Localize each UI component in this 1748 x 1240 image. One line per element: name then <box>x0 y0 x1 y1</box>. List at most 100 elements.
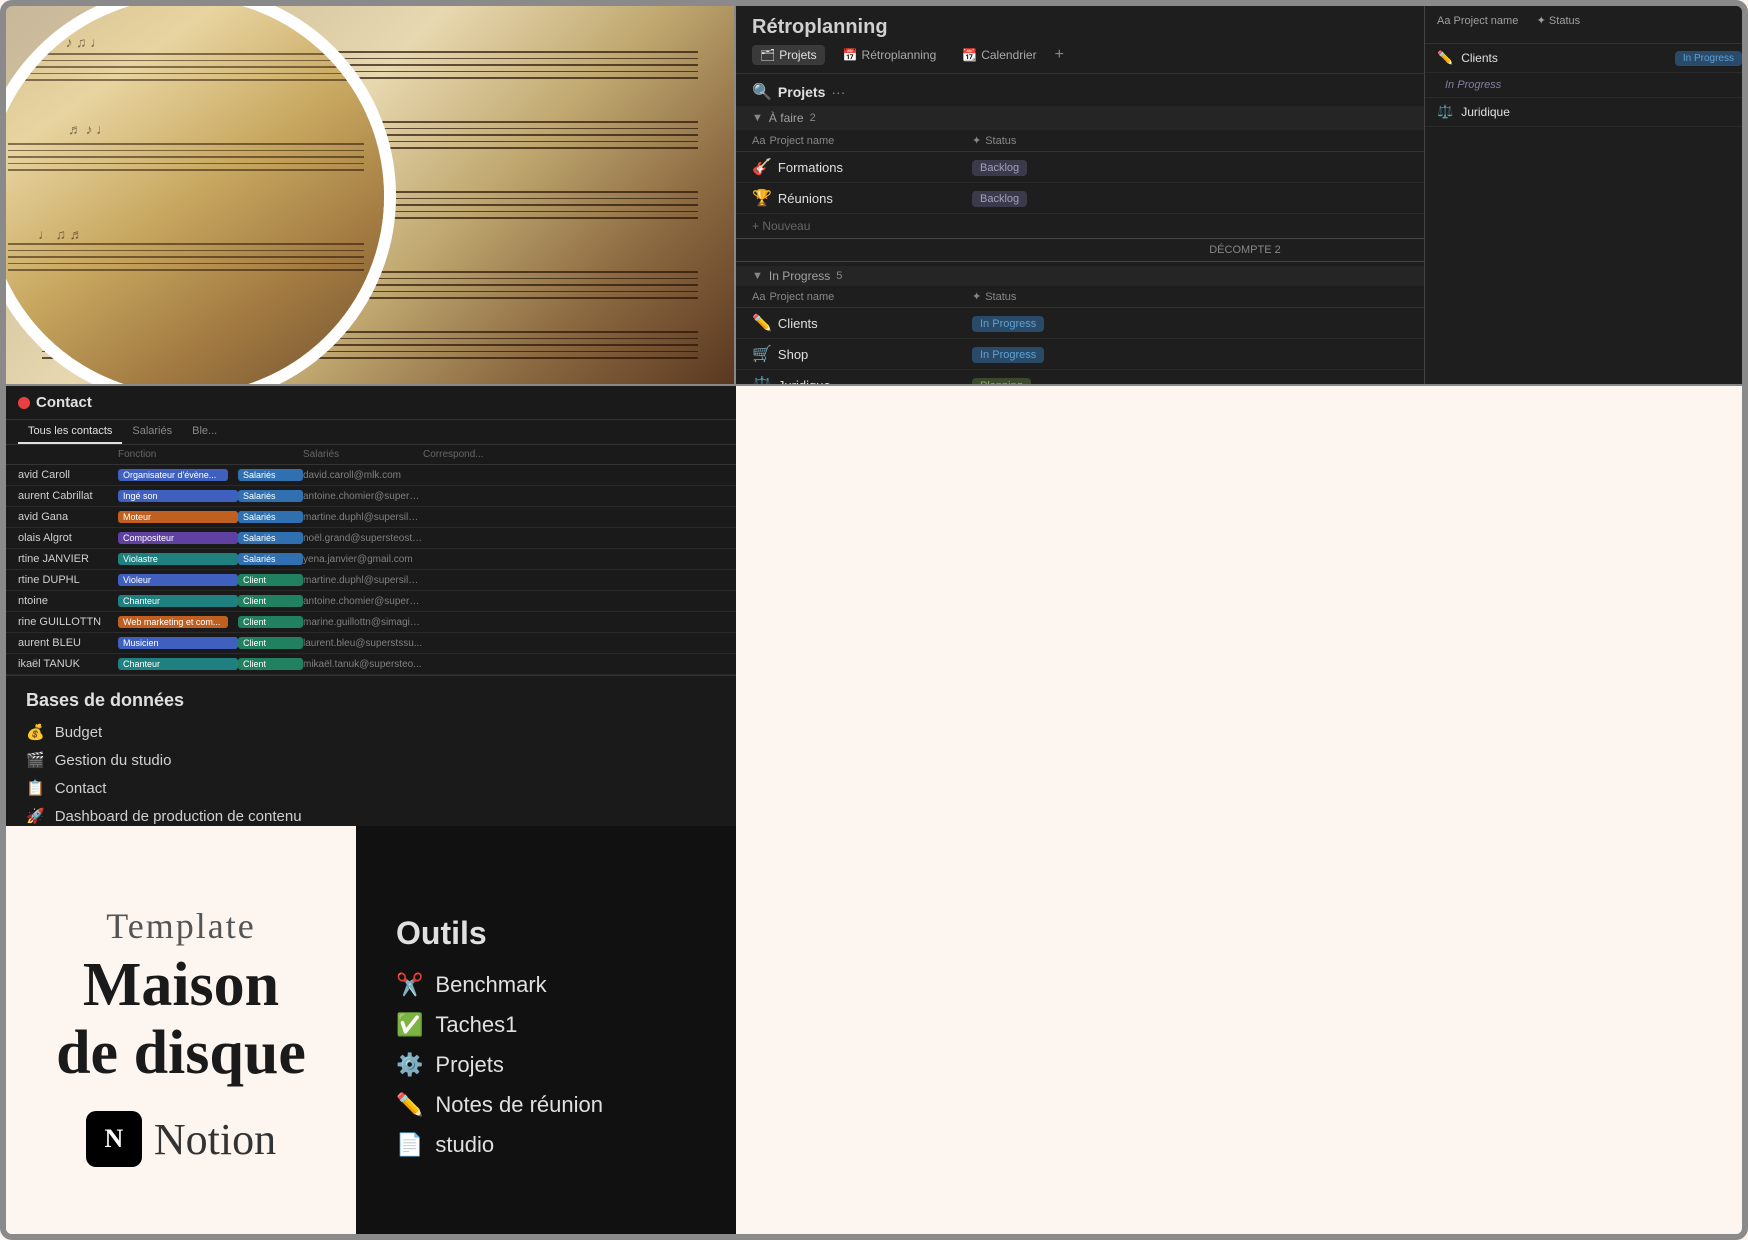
proj-juridique-name: ⚖️ Juridique <box>752 375 972 386</box>
contact-type-5: Salariés <box>238 553 303 565</box>
strip-row-inprogress: In Progress <box>1425 73 1748 98</box>
contact-row[interactable]: olais Algrot Compositeur Salariés noël.g… <box>6 528 736 549</box>
contact-type-10: Client <box>238 658 303 670</box>
outils-item-studio: 📄 studio <box>396 1132 696 1158</box>
notion-text: Notion <box>154 1114 276 1165</box>
contact-role-6: Violeur <box>118 574 238 586</box>
shop-icon: 🛒 <box>752 344 772 364</box>
outils-item-projets: ⚙️ Projets <box>396 1052 696 1078</box>
projets-tab-label: Projets <box>779 48 816 62</box>
contact-name-7: ntoine <box>18 595 118 607</box>
strip-row-clients: ✏️ Clients In Progress <box>1425 44 1748 73</box>
ct-col-fonction: Fonction <box>118 449 238 460</box>
add-tab-button[interactable]: + <box>1055 46 1064 64</box>
juridique-status: Planning <box>972 378 1031 386</box>
strip-row-juridique: ⚖️ Juridique <box>1425 98 1748 127</box>
contact-role-5: Violastre <box>118 553 238 565</box>
contact-name-2: aurent Cabrillat <box>18 490 118 502</box>
ct-col-correspond: Correspond... <box>423 449 724 460</box>
notion-icon: N <box>86 1111 142 1167</box>
studio-icon-list: 📄 <box>396 1132 423 1158</box>
contact-row[interactable]: aurent BLEU Musicien Client laurent.bleu… <box>6 633 736 654</box>
contact-red-dot <box>18 397 30 409</box>
bases-item-budget: 💰 Budget <box>26 723 716 741</box>
reunions-icon: 🏆 <box>752 188 772 208</box>
notion-badge: N Notion <box>86 1111 276 1167</box>
contact-name-4: olais Algrot <box>18 532 118 544</box>
contact-tab-ble[interactable]: Ble... <box>182 420 227 444</box>
contact-row[interactable]: rine GUILLOTTN Web marketing et com... C… <box>6 612 736 633</box>
cal-tab-label: Calendrier <box>981 48 1036 62</box>
strip-clients-status: In Progress <box>1675 51 1742 66</box>
retroplanning-panel: Rétroplanning 🗂 Projets 📅 Rétroplanning … <box>736 6 1748 386</box>
shop-status: In Progress <box>972 347 1044 363</box>
projets-icon: 🔍 <box>752 82 772 102</box>
budget-icon: 💰 <box>26 723 45 741</box>
retro-tab-icon: 📅 <box>843 48 858 62</box>
contact-title: Contact <box>36 394 92 411</box>
afaire-label: À faire <box>769 111 804 125</box>
contact-email-1: david.caroll@mlk.com <box>303 470 423 481</box>
contact-type-1: Salariés <box>238 469 303 481</box>
contact-email-3: martine.duphl@supersileas... <box>303 512 423 523</box>
contact-tab-salaries[interactable]: Salariés <box>122 420 182 444</box>
contact-role-2: Ingé son <box>118 490 238 502</box>
contact-row[interactable]: aurent Cabrillat Ingé son Salariés antoi… <box>6 486 736 507</box>
contact-row[interactable]: ikaël TANUK Chanteur Client mikaël.tanuk… <box>6 654 736 675</box>
contact-email-4: noël.grand@supersteostu... <box>303 533 423 544</box>
ip-col-header-status: ✦Status <box>972 290 1102 303</box>
title-panel: Template Maison de disque N Notion <box>6 826 356 1240</box>
proj-reunions-name: 🏆 Réunions <box>752 188 972 208</box>
formations-status: Backlog <box>972 160 1027 176</box>
contact-email-6: martine.duphl@supersileas... <box>303 575 423 586</box>
projets-dots: ··· <box>831 84 845 100</box>
contact-type-3: Salariés <box>238 511 303 523</box>
contact-type-4: Salariés <box>238 532 303 544</box>
col-header-name: AaProject name <box>752 134 972 147</box>
outils-panel: Outils ✂️ Benchmark ✅ Taches1 ⚙️ Projets <box>356 826 736 1240</box>
proj-formations-name: 🎸 Formations <box>752 157 972 177</box>
inprogress-label: In Progress <box>769 269 830 283</box>
contact-type-6: Client <box>238 574 303 586</box>
bases-item-dashboard: 🚀 Dashboard de production de contenu <box>26 807 716 825</box>
dashboard-icon: 🚀 <box>26 807 45 825</box>
contact-name-8: rine GUILLOTTN <box>18 616 118 628</box>
reunions-status: Backlog <box>972 191 1027 207</box>
afaire-count: 2 <box>810 112 816 124</box>
outils-item-notes: ✏️ Notes de réunion <box>396 1092 696 1118</box>
taches-icon: ✅ <box>396 1012 423 1038</box>
tab-calendrier[interactable]: 📆 Calendrier <box>954 45 1044 65</box>
contact-name-9: aurent BLEU <box>18 637 118 649</box>
contact-name-10: ikaël TANUK <box>18 658 118 670</box>
contact-row[interactable]: avid Caroll Organisateur d'évène... Sala… <box>6 465 736 486</box>
contact-role-1: Organisateur d'évène... <box>118 469 228 481</box>
inprogress-collapse[interactable]: ▼ <box>752 270 763 282</box>
bases-title: Bases de données <box>26 690 716 711</box>
contact-email-2: antoine.chomier@superst... <box>303 491 423 502</box>
afaire-collapse[interactable]: ▼ <box>752 112 763 124</box>
projets-section-title: Projets <box>778 84 825 100</box>
cal-tab-icon: 📆 <box>962 48 977 62</box>
benchmark-icon: ✂️ <box>396 972 423 998</box>
ct-col-empty <box>238 449 303 460</box>
music-photo-panel: ♩ ♪ ♫ ♬ ♩ ♪ ♩ ♫ ♬ ♩ ♪ ♩ ♫ <box>6 6 736 386</box>
contact-name-5: rtine JANVIER <box>18 553 118 565</box>
main-title: Maison de disque <box>46 951 316 1087</box>
contact-name-1: avid Caroll <box>18 469 118 481</box>
contact-name-6: rtine DUPHL <box>18 574 118 586</box>
contact-tab-all[interactable]: Tous les contacts <box>18 420 122 444</box>
contact-type-2: Salariés <box>238 490 303 502</box>
contact-row[interactable]: rtine DUPHL Violeur Client martine.duphl… <box>6 570 736 591</box>
tab-retroplanning[interactable]: 📅 Rétroplanning <box>835 45 945 65</box>
template-label: Template <box>106 905 255 947</box>
contact-row[interactable]: avid Gana Moteur Salariés martine.duphl@… <box>6 507 736 528</box>
projets-tab-icon: 🗂 <box>760 48 775 62</box>
ip-col-header-name: AaProject name <box>752 290 972 303</box>
outils-title: Outils <box>396 915 696 952</box>
contact-type-9: Client <box>238 637 303 649</box>
contact-type-8: Client <box>238 616 303 628</box>
tab-projets[interactable]: 🗂 Projets <box>752 45 825 65</box>
contact-name-3: avid Gana <box>18 511 118 523</box>
contact-row[interactable]: ntoine Chanteur Client antoine.chomier@s… <box>6 591 736 612</box>
contact-row[interactable]: rtine JANVIER Violastre Salariés yena.ja… <box>6 549 736 570</box>
